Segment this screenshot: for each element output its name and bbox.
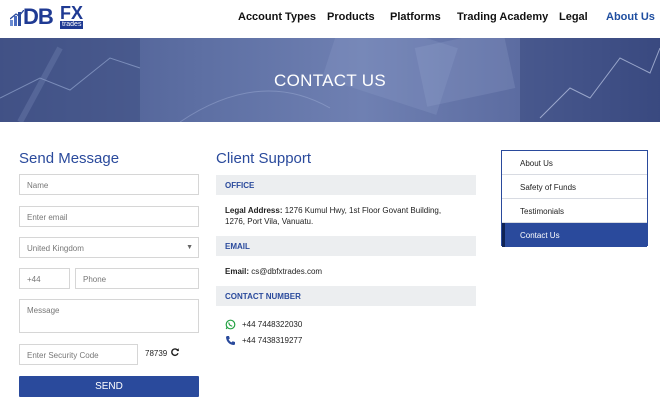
contact-number-section-heading: CONTACT NUMBER — [216, 286, 476, 306]
logo-bars-icon — [10, 10, 24, 26]
logo-text-trades: trades — [60, 21, 84, 29]
message-textarea[interactable]: Message — [19, 299, 199, 333]
about-side-menu: About Us Safety of Funds Testimonials Co… — [501, 150, 648, 247]
side-menu-item-about-us[interactable]: About Us — [502, 151, 647, 175]
phone-input[interactable]: Phone — [75, 268, 199, 289]
side-menu-item-contact-us[interactable]: Contact Us — [502, 223, 647, 247]
nav-about-us[interactable]: About Us — [606, 11, 655, 25]
nav-products[interactable]: Products — [327, 11, 375, 25]
name-input[interactable]: Name — [19, 174, 199, 195]
phone-input-placeholder: Phone — [83, 275, 107, 284]
banner-title: CONTACT US — [274, 71, 386, 90]
logo-text-db: DB — [23, 4, 54, 29]
legal-address: Legal Address: 1276 Kumul Hwy, 1st Floor… — [225, 205, 441, 227]
whatsapp-icon — [225, 319, 236, 330]
legal-address-line1: 1276 Kumul Hwy, 1st Floor Govant Buildin… — [284, 206, 442, 215]
email-value[interactable]: cs@dbfxtrades.com — [251, 267, 322, 276]
legal-address-line2: 1276, Port Vila, Vanuatu. — [225, 217, 314, 226]
country-select-value: United Kingdom — [27, 244, 84, 253]
nav-trading-academy[interactable]: Trading Academy — [457, 11, 548, 25]
page-banner: CONTACT US — [0, 38, 660, 122]
office-section-heading: OFFICE — [216, 175, 476, 195]
refresh-icon[interactable] — [170, 347, 180, 357]
email-input-placeholder: Enter email — [27, 213, 68, 222]
send-button[interactable]: SEND — [19, 376, 199, 397]
site-header: DB FX trades Account Types Products Plat… — [0, 0, 660, 38]
dbfx-logo[interactable]: DB FX trades — [10, 3, 86, 32]
client-support-heading: Client Support — [216, 150, 312, 167]
phone-number: +44 7438319277 — [242, 336, 303, 345]
phone-code-input[interactable]: +44 — [19, 268, 70, 289]
email-label: Email: — [225, 267, 250, 276]
nav-platforms[interactable]: Platforms — [390, 11, 441, 25]
send-message-heading: Send Message — [19, 150, 120, 167]
security-code-value: 78739 — [145, 349, 168, 358]
security-code-input[interactable]: Enter Security Code — [19, 344, 138, 365]
nav-account-types[interactable]: Account Types — [238, 11, 316, 25]
email-info: Email: cs@dbfxtrades.com — [225, 266, 322, 277]
email-input[interactable]: Enter email — [19, 206, 199, 227]
chevron-down-icon: ▼ — [186, 244, 193, 251]
security-code-placeholder: Enter Security Code — [27, 351, 99, 360]
whatsapp-number: +44 7448322030 — [242, 320, 303, 329]
email-section-heading: EMAIL — [216, 236, 476, 256]
message-textarea-placeholder: Message — [27, 306, 60, 315]
side-menu-item-safety-of-funds[interactable]: Safety of Funds — [502, 175, 647, 199]
phone-code-value: +44 — [27, 275, 41, 284]
country-select[interactable]: United Kingdom ▼ — [19, 237, 199, 258]
legal-address-label: Legal Address: — [225, 206, 283, 215]
name-input-placeholder: Name — [27, 181, 49, 190]
side-menu-item-testimonials[interactable]: Testimonials — [502, 199, 647, 223]
nav-legal[interactable]: Legal — [559, 11, 588, 25]
phone-icon — [226, 336, 235, 345]
